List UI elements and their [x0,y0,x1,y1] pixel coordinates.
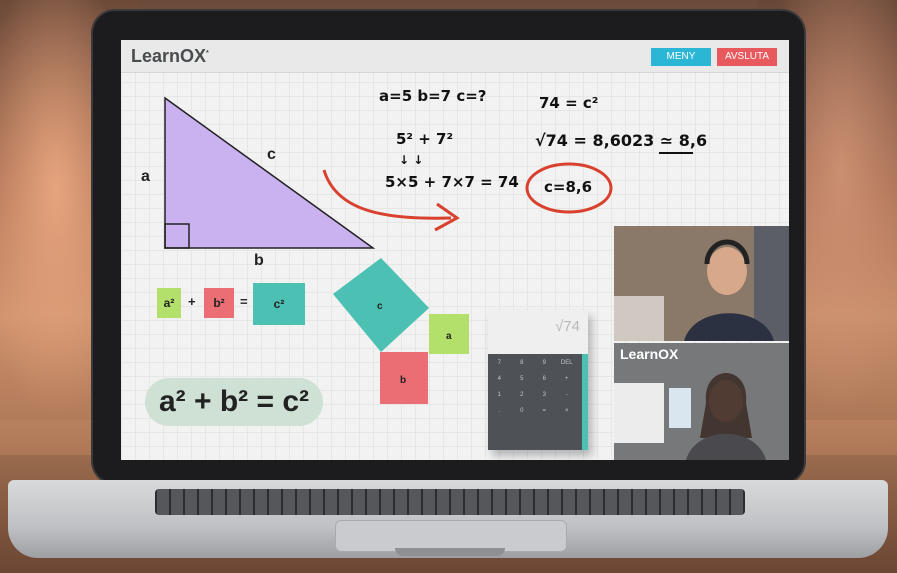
calc-key-minus[interactable]: - [556,392,579,398]
formula-equals: = [240,294,248,309]
calc-key-6[interactable]: 6 [533,376,556,382]
c-squared-line: 74 = c² [539,94,599,112]
tutor-video-logo: LearnOX [620,346,679,362]
square-c-label: c [377,301,383,312]
calculator-widget[interactable]: √74 7 8 9 DEL 4 5 6 + 1 2 3 - . 0 = × [488,310,588,450]
right-triangle [164,96,376,249]
arrows-line: ↓ ↓ [399,153,424,167]
crib-shape [614,296,664,341]
square-b-label: b [400,375,407,386]
student-video-tile[interactable] [614,226,789,341]
sqrt-line: √74 = 8,6023 ≃ 8,6 [535,131,708,150]
calculator-accent-stripe [582,354,588,450]
laptop-notch [395,548,505,556]
pythagorean-formula: a² + b² = c² [145,378,323,426]
calc-key-4[interactable]: 4 [488,376,511,382]
tutor-video-tile[interactable]: LearnOX [614,343,789,460]
given-values: a=5 b=7 c=? [379,87,487,105]
calc-key-2[interactable]: 2 [511,392,534,398]
poster-shape [669,388,691,428]
calc-key-5[interactable]: 5 [511,376,534,382]
student-head [707,247,747,295]
side-b-label: b [254,252,264,269]
calc-key-1[interactable]: 1 [488,392,511,398]
square-a-label: a [446,331,452,342]
calc-key-7[interactable]: 7 [488,360,511,366]
side-a-label: a [141,168,150,185]
formula-plus: + [188,294,196,309]
calc-key-9[interactable]: 9 [533,360,556,366]
calc-key-del[interactable]: DEL [556,360,579,366]
calc-key-dot[interactable]: . [488,408,511,414]
calc-key-plus[interactable]: + [556,376,579,382]
calc-key-multiply[interactable]: × [556,408,579,414]
calculator-display: √74 [488,310,588,354]
formula-c-squared: c² [253,283,305,325]
products-line: 5×5 + 7×7 = 74 [385,173,519,191]
formula-b-squared: b² [204,288,234,318]
laptop-screen: LearnOX* MENY AVSLUTA a b c c a b a² + b… [121,40,789,460]
keyboard [155,489,745,515]
calc-key-8[interactable]: 8 [511,360,534,366]
calculator-keypad: 7 8 9 DEL 4 5 6 + 1 2 3 - . 0 = × [488,360,578,414]
monitor-shape [614,383,664,443]
formula-a-squared: a² [157,288,181,318]
calc-key-3[interactable]: 3 [533,392,556,398]
calc-key-equals[interactable]: = [533,408,556,414]
result-line: c=8,6 [544,178,593,196]
calc-key-0[interactable]: 0 [511,408,534,414]
side-c-label: c [267,146,276,163]
powers-line: 5² + 7² [396,130,454,148]
student-video-frame [614,226,789,341]
